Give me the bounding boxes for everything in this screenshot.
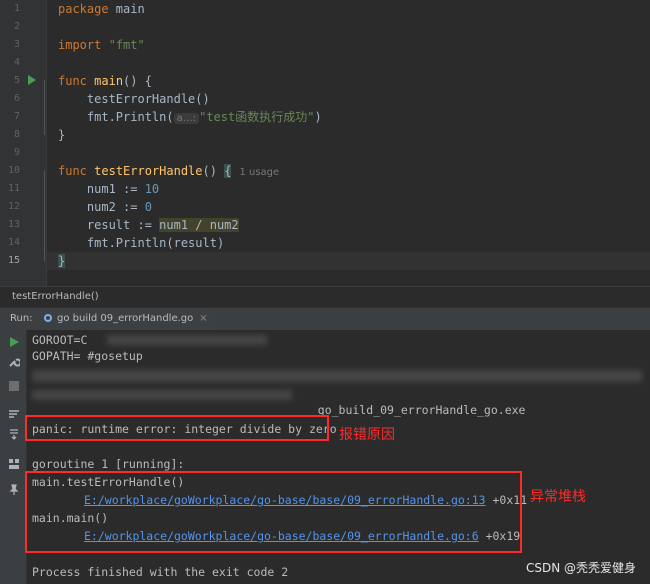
line-number: 10: [7, 165, 20, 176]
layout-icon[interactable]: [8, 458, 20, 470]
pin-icon[interactable]: [8, 484, 20, 496]
line-number: 3: [13, 39, 20, 50]
panic-annotation: 报错原因: [339, 427, 395, 443]
code-line-7: fmt.Println(a…: "test函数执行成功"): [58, 110, 322, 124]
line-number: 8: [13, 129, 20, 140]
run-tab[interactable]: go build 09_errorHandle.go ×: [38, 308, 214, 332]
parameter-hint: a…:: [173, 113, 200, 124]
line-number: 15: [7, 255, 20, 266]
redacted-text: [32, 390, 292, 400]
go-build-icon: [44, 314, 52, 322]
code-line-11: num1 := 10: [58, 182, 160, 196]
line-number: 6: [13, 93, 20, 104]
line-number: 2: [13, 21, 20, 32]
wrench-icon[interactable]: [8, 356, 20, 368]
line-number: 9: [13, 147, 20, 158]
line-gutter: 1 2 3 4 5 6 7 8 9 10 11 12 13 14 15: [0, 0, 47, 286]
code-line-12: num2 := 0: [58, 200, 152, 214]
code-line-13: result := num1 / num2: [58, 218, 239, 232]
run-toolbar: [0, 330, 27, 584]
code-line-5: func main() {: [58, 74, 152, 88]
run-gutter-icon[interactable]: [28, 75, 36, 85]
panic-highlight-box: [25, 415, 329, 441]
console-line-exe: ___go_build_09_errorHandle_go.exe: [297, 403, 526, 417]
run-label: Run:: [10, 313, 33, 324]
stack-highlight-box: [25, 471, 522, 553]
current-line-highlight: [47, 252, 650, 270]
code-editor[interactable]: 1 2 3 4 5 6 7 8 9 10 11 12 13 14 15 pack…: [0, 0, 650, 286]
breadcrumb[interactable]: testErrorHandle(): [0, 286, 650, 306]
code-line-3: import "fmt": [58, 38, 145, 52]
usage-hint[interactable]: 1 usage: [239, 167, 279, 178]
line-number: 4: [13, 57, 20, 68]
fold-guide: [44, 80, 45, 135]
run-toolwindow-header: Run: go build 09_errorHandle.go ×: [0, 307, 650, 332]
code-line-15: }: [58, 254, 66, 268]
line-number: 14: [7, 237, 20, 248]
fold-guide: [44, 170, 45, 262]
line-number: 13: [7, 219, 20, 230]
soft-wrap-icon[interactable]: [8, 408, 20, 420]
watermark: CSDN @秃秃爱健身: [525, 561, 636, 575]
code-line-6: testErrorHandle(): [58, 92, 210, 106]
stop-icon[interactable]: [8, 380, 20, 392]
line-number: 12: [7, 201, 20, 212]
console-line-gopath: GOPATH= #gosetup: [32, 349, 143, 363]
line-number: 7: [13, 111, 20, 122]
console-line-goroutine: goroutine 1 [running]:: [32, 457, 185, 471]
line-number: 11: [7, 183, 20, 194]
console-line-finished: Process finished with the exit code 2: [32, 565, 289, 579]
code-line-10: func testErrorHandle() {1 usage: [58, 164, 280, 178]
code-line-8: }: [58, 128, 66, 142]
scroll-to-end-icon[interactable]: [8, 428, 20, 440]
redacted-text: [107, 335, 267, 345]
stack-annotation: 异常堆栈: [530, 489, 586, 505]
run-tab-label: go build 09_errorHandle.go: [57, 313, 194, 324]
code-line-1: package main: [58, 2, 145, 16]
line-number: 1: [13, 3, 20, 14]
rerun-icon[interactable]: [8, 336, 20, 348]
close-icon[interactable]: ×: [199, 313, 207, 324]
console-line-goroot: GOROOT=C: [32, 333, 88, 347]
redacted-text: [32, 370, 642, 382]
line-number: 5: [13, 75, 20, 86]
code-line-14: fmt.Println(result): [58, 236, 225, 250]
